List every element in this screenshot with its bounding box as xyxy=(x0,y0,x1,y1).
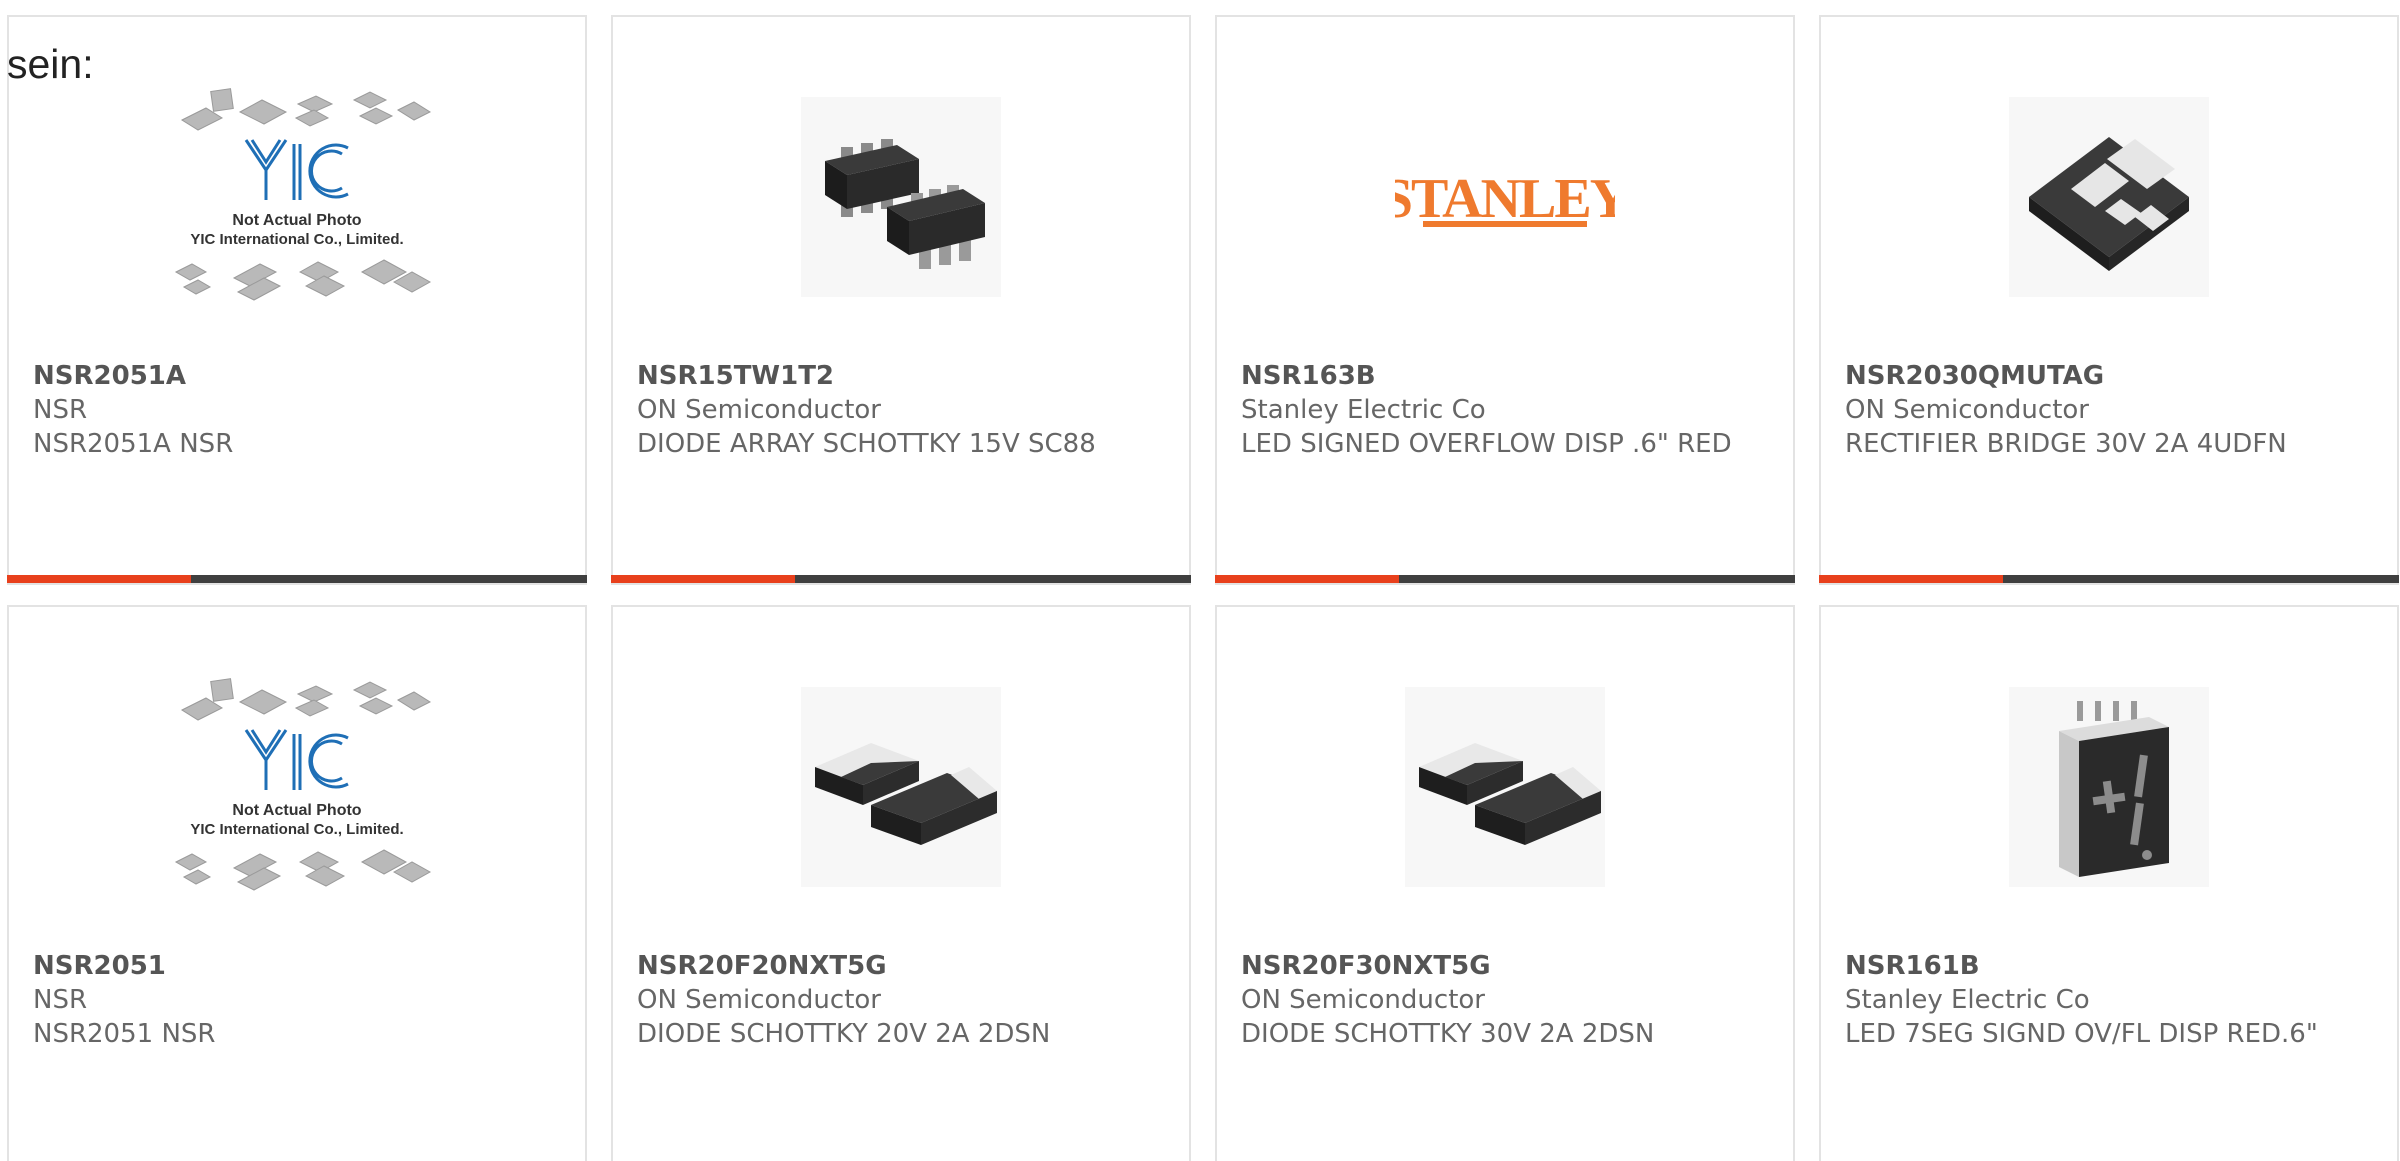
product-card[interactable]: NSR2030QMUTAG ON Semiconductor RECTIFIER… xyxy=(1819,15,2399,585)
card-accent-bar xyxy=(1215,575,1795,583)
sc88-package-image xyxy=(801,97,1001,297)
manufacturer: Stanley Electric Co xyxy=(1845,985,2090,1015)
manufacturer: NSR xyxy=(33,395,88,425)
placeholder-caption-2: YIC International Co., Limited. xyxy=(190,821,403,838)
manufacturer: ON Semiconductor xyxy=(637,395,881,425)
placeholder-caption-1: Not Actual Photo xyxy=(232,212,361,229)
card-accent-bar xyxy=(1819,575,2399,583)
product-grid-page: sein: Not Actual Photo YIC International… xyxy=(0,0,2400,1161)
description: NSR2051A NSR xyxy=(33,429,234,459)
product-card[interactable]: Not Actual Photo YIC International Co., … xyxy=(7,15,587,585)
product-info: NSR2051A NSR NSR2051A NSR xyxy=(33,359,561,461)
product-info: NSR163B Stanley Electric Co LED SIGNED O… xyxy=(1241,359,1769,461)
card-accent-bar xyxy=(611,575,1191,583)
product-image[interactable] xyxy=(1969,677,2249,897)
description: DIODE SCHOTTKY 20V 2A 2DSN xyxy=(637,1019,1051,1049)
product-card[interactable]: NSR20F30NXT5G ON Semiconductor DIODE SCH… xyxy=(1215,605,1795,1161)
product-info: NSR20F30NXT5G ON Semiconductor DIODE SCH… xyxy=(1241,949,1769,1051)
description: LED 7SEG SIGND OV/FL DISP RED.6" xyxy=(1845,1019,2318,1049)
description: DIODE ARRAY SCHOTTKY 15V SC88 xyxy=(637,429,1096,459)
product-image[interactable] xyxy=(1969,87,2249,307)
yic-placeholder-image: Not Actual Photo YIC International Co., … xyxy=(174,678,432,891)
product-grid: Not Actual Photo YIC International Co., … xyxy=(7,15,2399,1161)
description: LED SIGNED OVERFLOW DISP .6" RED xyxy=(1241,429,1732,459)
description: DIODE SCHOTTKY 30V 2A 2DSN xyxy=(1241,1019,1655,1049)
part-number-link[interactable]: NSR2051 xyxy=(33,949,561,983)
stanley-logo-image: STANLEY xyxy=(1395,168,1615,230)
manufacturer: NSR xyxy=(33,985,88,1015)
product-info: NSR20F20NXT5G ON Semiconductor DIODE SCH… xyxy=(637,949,1165,1051)
product-image[interactable] xyxy=(761,677,1041,897)
part-number-link[interactable]: NSR20F30NXT5G xyxy=(1241,949,1769,983)
description: RECTIFIER BRIDGE 30V 2A 4UDFN xyxy=(1845,429,2287,459)
product-card[interactable]: STANLEY NSR163B Stanley Electric Co LED … xyxy=(1215,15,1795,585)
product-image[interactable]: Not Actual Photo YIC International Co., … xyxy=(157,87,437,307)
part-number-link[interactable]: NSR2051A xyxy=(33,359,561,393)
product-image[interactable] xyxy=(761,87,1041,307)
placeholder-caption-2: YIC International Co., Limited. xyxy=(190,231,403,248)
product-card[interactable]: Not Actual Photo YIC International Co., … xyxy=(7,605,587,1161)
part-number-link[interactable]: NSR20F20NXT5G xyxy=(637,949,1165,983)
seven-seg-display-image xyxy=(2009,687,2209,887)
udfn-package-image xyxy=(2009,97,2209,297)
part-number-link[interactable]: NSR15TW1T2 xyxy=(637,359,1165,393)
part-number-link[interactable]: NSR161B xyxy=(1845,949,2373,983)
yic-placeholder-image: Not Actual Photo YIC International Co., … xyxy=(174,88,432,301)
product-info: NSR161B Stanley Electric Co LED 7SEG SIG… xyxy=(1845,949,2373,1051)
placeholder-caption-1: Not Actual Photo xyxy=(232,802,361,819)
part-number-link[interactable]: NSR163B xyxy=(1241,359,1769,393)
manufacturer: Stanley Electric Co xyxy=(1241,395,1486,425)
card-accent-bar xyxy=(7,575,587,583)
product-card[interactable]: NSR20F20NXT5G ON Semiconductor DIODE SCH… xyxy=(611,605,1191,1161)
product-card[interactable]: NSR15TW1T2 ON Semiconductor DIODE ARRAY … xyxy=(611,15,1191,585)
manufacturer: ON Semiconductor xyxy=(1845,395,2089,425)
product-info: NSR15TW1T2 ON Semiconductor DIODE ARRAY … xyxy=(637,359,1165,461)
stanley-logo-text: STANLEY xyxy=(1395,168,1615,230)
product-info: NSR2030QMUTAG ON Semiconductor RECTIFIER… xyxy=(1845,359,2373,461)
manufacturer: ON Semiconductor xyxy=(1241,985,1485,1015)
part-number-link[interactable]: NSR2030QMUTAG xyxy=(1845,359,2373,393)
product-image[interactable]: Not Actual Photo YIC International Co., … xyxy=(157,677,437,897)
product-card[interactable]: NSR161B Stanley Electric Co LED 7SEG SIG… xyxy=(1819,605,2399,1161)
product-image[interactable]: STANLEY xyxy=(1365,87,1645,307)
description: NSR2051 NSR xyxy=(33,1019,216,1049)
dsn-package-image xyxy=(801,687,1001,887)
product-info: NSR2051 NSR NSR2051 NSR xyxy=(33,949,561,1051)
dsn-package-image xyxy=(1405,687,1605,887)
product-image[interactable] xyxy=(1365,677,1645,897)
manufacturer: ON Semiconductor xyxy=(637,985,881,1015)
lead-text: sein: xyxy=(7,41,94,87)
